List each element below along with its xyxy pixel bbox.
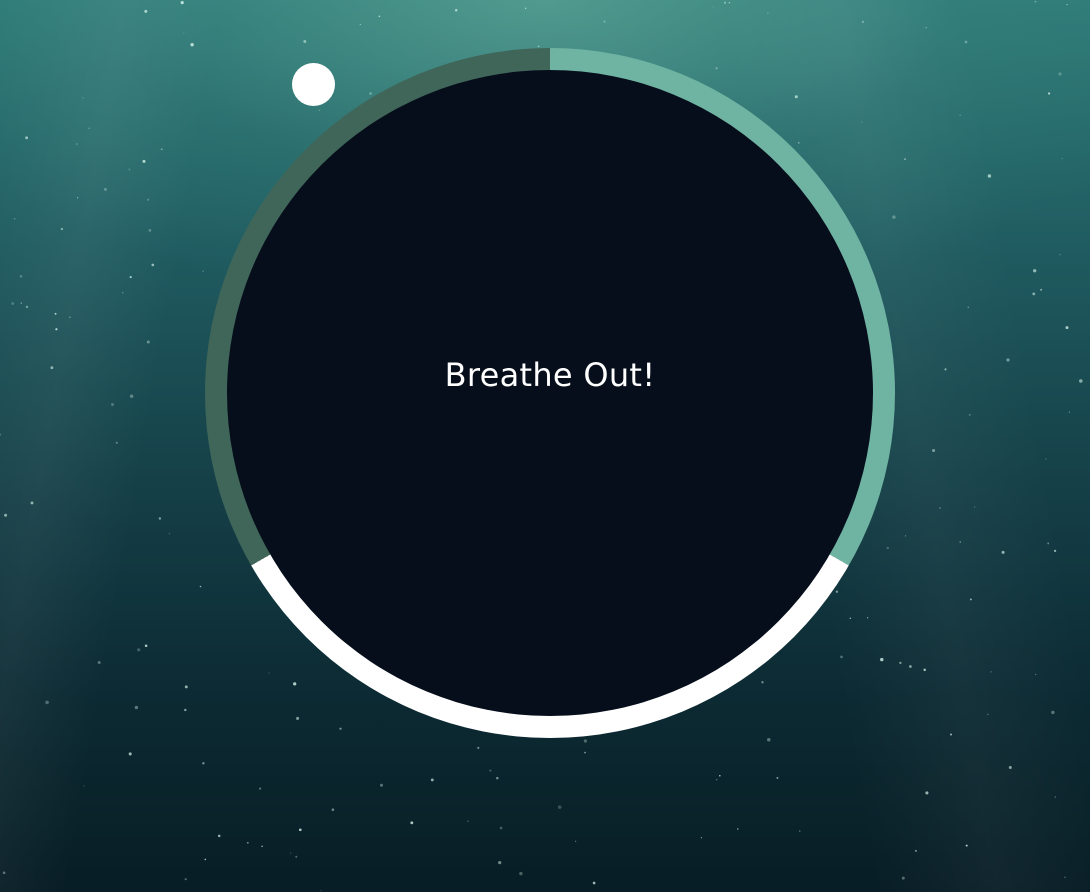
phase-text: Breathe Out!: [444, 355, 656, 394]
breathing-container: Breathe Out!: [205, 48, 895, 738]
pointer-dot: [292, 63, 335, 106]
breathing-app: Breathe Out!: [0, 0, 1090, 892]
breathing-circle: Breathe Out!: [227, 70, 873, 716]
